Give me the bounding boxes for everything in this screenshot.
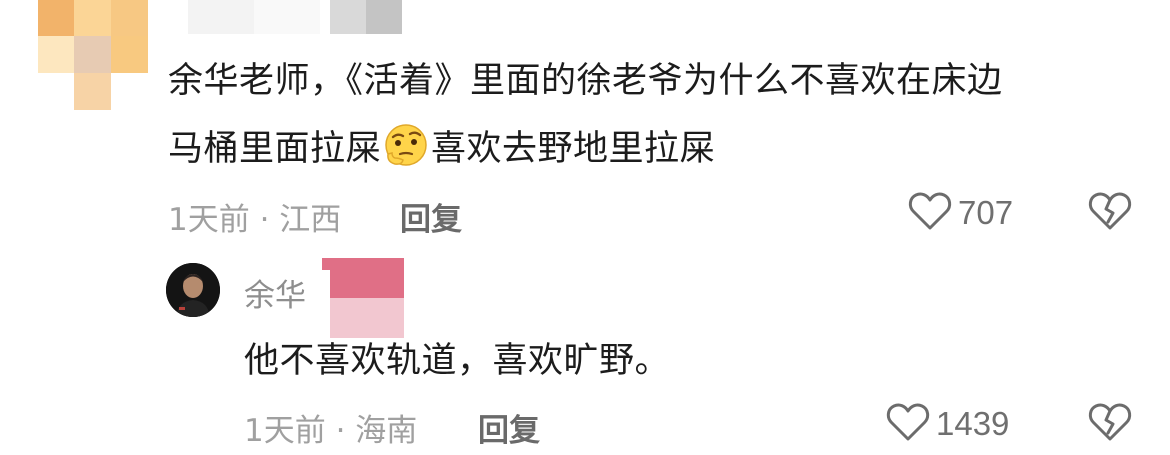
reply-author-avatar[interactable] bbox=[166, 263, 220, 317]
comment-text-part2: 喜欢去野地里拉屎 bbox=[431, 129, 716, 169]
reply-like-count: 1439 bbox=[936, 405, 1010, 442]
reply-dislike-button[interactable] bbox=[1088, 402, 1132, 446]
reply-author-name[interactable]: 余华 bbox=[244, 270, 306, 315]
comment-like-button[interactable]: 707 bbox=[908, 191, 1013, 235]
commenter-avatar-mosaic[interactable] bbox=[38, 0, 148, 110]
reply-text: 他不喜欢轨道，喜欢旷野。 bbox=[244, 341, 671, 381]
heart-icon bbox=[886, 402, 930, 446]
comment-dislike-button[interactable] bbox=[1088, 191, 1132, 235]
reply-badge-mosaic bbox=[322, 258, 404, 338]
comment-text-part1: 马桶里面拉屎 bbox=[168, 129, 382, 169]
broken-heart-icon bbox=[1088, 403, 1132, 446]
comment-like-count: 707 bbox=[958, 194, 1014, 231]
comment-text-line2: 马桶里面拉屎 喜欢去野地里拉屎 bbox=[168, 118, 715, 180]
comment-reply-button[interactable]: 回复 bbox=[400, 194, 462, 239]
comment-text-line1: 余华老师，《活着》里面的徐老爷为什么不喜欢在床边 bbox=[168, 61, 1003, 101]
thinking-face-icon bbox=[383, 122, 429, 168]
broken-heart-icon bbox=[1088, 192, 1132, 235]
reply-time-location: 1天前 · 海南 bbox=[244, 413, 418, 449]
heart-icon bbox=[908, 191, 952, 235]
reply-like-button[interactable]: 1439 bbox=[886, 402, 1009, 446]
reply-reply-button[interactable]: 回复 bbox=[478, 405, 540, 450]
comment-time-location: 1天前 · 江西 bbox=[168, 202, 342, 238]
commenter-name-mosaic[interactable] bbox=[160, 0, 420, 40]
